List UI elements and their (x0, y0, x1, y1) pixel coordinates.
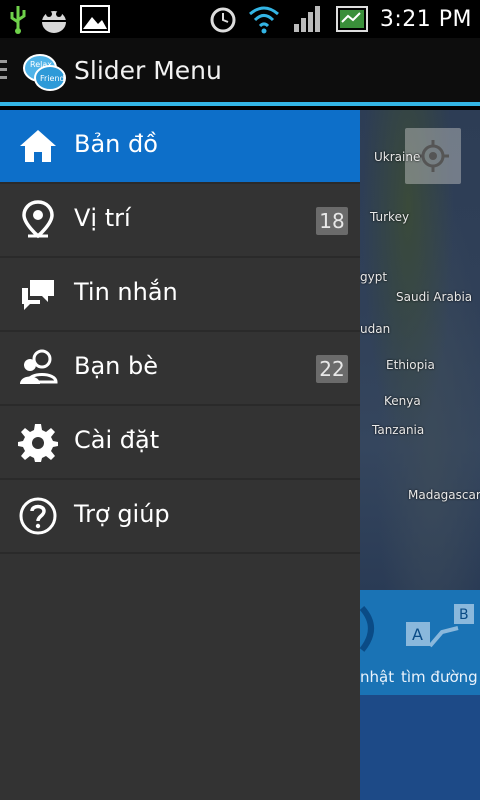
map-label: gypt (360, 270, 388, 284)
map-label: udan (360, 322, 391, 336)
map-bottom-area (360, 695, 480, 800)
clock-time: 3:21 PM (379, 6, 472, 32)
menu-item-help[interactable]: Trợ giúp (0, 480, 360, 554)
count-badge: 18 (316, 207, 348, 235)
map-label: Tanzania (372, 423, 425, 437)
action-bar: Relax Friend Slider Menu (0, 38, 480, 106)
directions-icon[interactable]: AB (402, 602, 478, 658)
map-label: Saudi Arabia (396, 290, 473, 304)
friends-icon (20, 349, 58, 384)
picture-icon (80, 5, 110, 33)
map-label: Ethiopia (386, 358, 435, 372)
wifi-icon (248, 6, 279, 34)
debug-bug-icon (42, 11, 66, 33)
svg-text:B: B (459, 607, 469, 623)
svg-text:A: A (412, 625, 423, 644)
home-icon (20, 130, 56, 162)
menu-item-label: Vị trí (74, 204, 131, 232)
nav-drawer: Bản đồ Vị trí 18 Tin nhắn Bạn bè 22 Cài … (0, 110, 360, 800)
drawer-toggle-icon[interactable] (0, 60, 8, 84)
map-view[interactable]: Ukraine Turkey gypt Saudi Arabia udan Et… (360, 110, 480, 590)
refresh-icon[interactable] (360, 598, 384, 658)
map-label: Madagascar (408, 488, 480, 502)
help-icon (19, 497, 57, 535)
menu-item-settings[interactable]: Cài đặt (0, 406, 360, 480)
status-bar: 3:21 PM (0, 0, 480, 38)
menu-item-label: Tin nhắn (74, 278, 178, 306)
menu-item-friends[interactable]: Bạn bè 22 (0, 332, 360, 406)
alarm-clock-icon (210, 7, 236, 33)
map-label: Kenya (384, 394, 421, 408)
directions-label[interactable]: tìm đường (401, 668, 478, 686)
count-badge: 22 (316, 355, 348, 383)
menu-item-messages[interactable]: Tin nhắn (0, 258, 360, 332)
map-label: Turkey (370, 210, 410, 224)
app-title: Slider Menu (74, 56, 222, 85)
menu-item-map[interactable]: Bản đồ (0, 110, 360, 184)
signal-icon (293, 6, 320, 32)
map-label: Ukraine (374, 150, 421, 164)
usb-icon (10, 6, 26, 34)
menu-item-location[interactable]: Vị trí 18 (0, 184, 360, 258)
map-bottom-toolbar: nhật AB tìm đường (360, 590, 480, 695)
gear-icon (18, 424, 58, 462)
chat-icon (22, 280, 54, 310)
update-label[interactable]: nhật (360, 668, 394, 686)
menu-item-label: Cài đặt (74, 426, 160, 454)
svg-text:Friend: Friend (40, 74, 65, 83)
battery-icon (335, 6, 368, 32)
svg-text:Relax: Relax (30, 60, 52, 69)
menu-item-label: Bạn bè (74, 352, 159, 380)
menu-item-label: Bản đồ (74, 130, 158, 158)
menu-item-label: Trợ giúp (74, 500, 170, 528)
app-logo-icon[interactable]: Relax Friend (20, 50, 68, 94)
location-pin-icon (22, 200, 54, 239)
